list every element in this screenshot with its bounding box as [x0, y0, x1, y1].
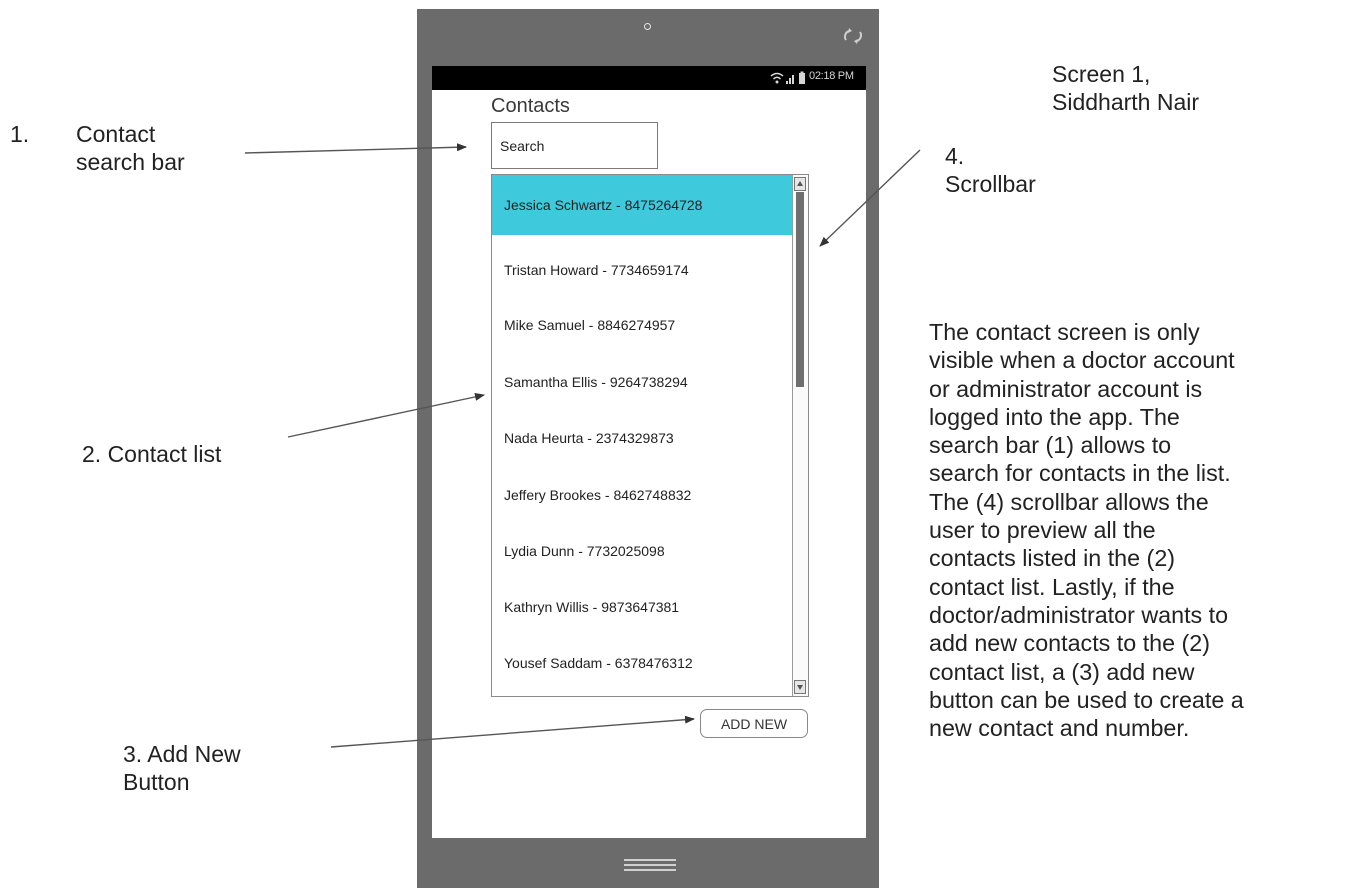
description-line: contacts listed in the (2) — [929, 545, 1176, 572]
scroll-up-arrow-icon[interactable] — [794, 177, 806, 191]
contact-item-jeffery-brookes[interactable]: Jeffery Brookes - 8462748832 — [492, 465, 792, 525]
annotation-3-line: Button — [123, 769, 190, 796]
contact-item-samantha-ellis[interactable]: Samantha Ellis - 9264738294 — [492, 352, 792, 412]
description-line: button can be used to create a — [929, 686, 1244, 713]
description-line: or administrator account is — [929, 375, 1203, 402]
scrollbar-thumb[interactable] — [796, 192, 804, 387]
screen-credit: Screen 1, Siddharth Nair — [1052, 60, 1199, 116]
status-time: 02:18 PM — [809, 70, 854, 82]
add-new-button[interactable]: ADD NEW — [700, 709, 808, 738]
contact-item-tristan-howard[interactable]: Tristan Howard - 7734659174 — [492, 240, 792, 300]
description-line: search bar (1) allows to — [929, 432, 1172, 459]
rotate-icon — [843, 28, 863, 44]
contact-item-nada-heurta[interactable]: Nada Heurta - 2374329873 — [492, 408, 792, 468]
annotation-3-label: 3. Add New Button — [123, 740, 241, 796]
contact-item-yousef-saddam[interactable]: Yousef Saddam - 6378476312 — [492, 633, 792, 693]
description-line: contact list. Lastly, if the — [929, 573, 1175, 600]
annotation-4-label: 4. Scrollbar — [945, 142, 1036, 198]
description-line: user to preview all the — [929, 517, 1156, 544]
description-line: search for contacts in the list. — [929, 460, 1231, 487]
description-line: contact list, a (3) add new — [929, 658, 1195, 685]
screen-label: Screen 1, — [1052, 61, 1151, 87]
author-name: Siddharth Nair — [1052, 89, 1200, 116]
camera-icon — [644, 23, 651, 30]
search-input[interactable] — [491, 122, 658, 169]
scrollbar[interactable] — [792, 175, 808, 696]
signal-icon — [786, 75, 794, 84]
description-line: doctor/administrator wants to — [929, 601, 1229, 628]
wifi-icon — [770, 72, 784, 84]
description-line: new contact and number. — [929, 715, 1190, 742]
annotation-2-label: 2. Contact list — [82, 441, 222, 467]
status-icons — [770, 71, 805, 84]
contact-item-kathryn-willis[interactable]: Kathryn Willis - 9873647381 — [492, 577, 792, 637]
contact-item-jessica-schwartz[interactable]: Jessica Schwartz - 8475264728 — [492, 175, 792, 235]
contact-item-mike-samuel[interactable]: Mike Samuel - 8846274957 — [492, 295, 792, 355]
annotation-1-label: Contact search bar — [76, 120, 185, 176]
annotation-1-number: 1. — [10, 121, 30, 147]
description-line: logged into the app. The — [929, 403, 1180, 430]
annotation-1-line: Contact — [76, 121, 156, 147]
contact-item-lydia-dunn[interactable]: Lydia Dunn - 7732025098 — [492, 521, 792, 581]
contact-list[interactable]: Jessica Schwartz - 8475264728 Tristan Ho… — [491, 174, 809, 697]
annotation-1-line: search bar — [76, 149, 185, 176]
home-menu-icon[interactable] — [624, 857, 676, 873]
description-line: add new contacts to the (2) — [929, 630, 1211, 657]
page-title: Contacts — [491, 95, 570, 117]
description-line: The contact screen is only — [929, 319, 1200, 345]
annotation-3-line: 3. Add New — [123, 741, 241, 767]
description-text: The contact screen is only visible when … — [929, 318, 1349, 742]
annotation-4-line: Scrollbar — [945, 171, 1036, 198]
battery-icon — [799, 71, 805, 84]
annotation-4-line: 4. — [945, 143, 965, 169]
description-line: visible when a doctor account — [929, 347, 1235, 374]
description-line: The (4) scrollbar allows the — [929, 488, 1209, 515]
scroll-down-arrow-icon[interactable] — [794, 680, 806, 694]
